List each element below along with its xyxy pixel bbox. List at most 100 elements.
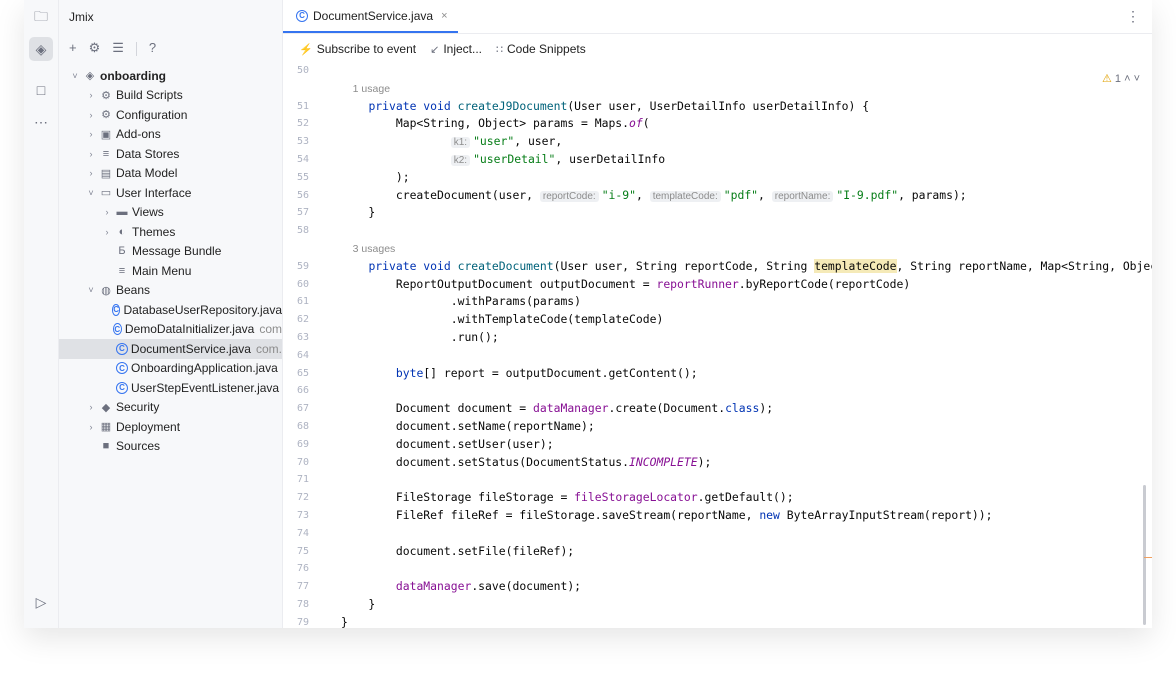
code-line[interactable]: 78 } bbox=[283, 596, 1152, 614]
tree-item-file[interactable]: C UserStepEventListener.java bbox=[59, 378, 282, 398]
run-icon[interactable]: ▷ bbox=[29, 590, 53, 614]
code-line[interactable]: 57 } bbox=[283, 204, 1152, 222]
line-number[interactable]: 74 bbox=[283, 525, 309, 543]
tree-item-security[interactable]: › ◆ Security bbox=[59, 398, 282, 418]
code-area[interactable]: 50 1 usage 51 private void createJ9Docume… bbox=[283, 62, 1152, 628]
tree-item-themes[interactable]: › ◐ Themes bbox=[59, 222, 282, 242]
line-number[interactable]: 78 bbox=[283, 596, 309, 614]
tree-item-config[interactable]: › ⚙ Configuration bbox=[59, 105, 282, 125]
line-number[interactable]: 54 bbox=[283, 151, 309, 169]
code-line[interactable]: 77 dataManager.save(document); bbox=[283, 578, 1152, 596]
usage-count[interactable]: 3 usages bbox=[341, 243, 396, 255]
line-number[interactable]: 69 bbox=[283, 436, 309, 454]
tree-item-file[interactable]: C OnboardingApplication.java bbox=[59, 359, 282, 379]
tree-item-ui[interactable]: ˅ ▭ User Interface bbox=[59, 183, 282, 203]
settings-icon[interactable]: ⚙ bbox=[89, 40, 101, 56]
code-line[interactable]: 54 k2: "userDetail", userDetailInfo bbox=[283, 151, 1152, 169]
line-number[interactable]: 73 bbox=[283, 507, 309, 525]
line-number[interactable]: 77 bbox=[283, 578, 309, 596]
line-number[interactable]: 52 bbox=[283, 115, 309, 133]
line-number[interactable]: 63 bbox=[283, 329, 309, 347]
code-line[interactable]: 55 ); bbox=[283, 169, 1152, 187]
line-number[interactable]: 50 bbox=[283, 62, 309, 80]
chevron-right-icon[interactable]: › bbox=[85, 422, 97, 432]
line-number[interactable]: 59 bbox=[283, 258, 309, 276]
chevron-down-icon[interactable]: ˅ bbox=[85, 188, 97, 198]
code-line[interactable]: 79} bbox=[283, 614, 1152, 628]
scrollbar-thumb[interactable] bbox=[1143, 485, 1146, 625]
code-line[interactable]: 76 bbox=[283, 560, 1152, 578]
code-line[interactable]: 72 FileStorage fileStorage = fileStorage… bbox=[283, 489, 1152, 507]
code-line[interactable]: 56 createDocument(user, reportCode: "i-9"… bbox=[283, 187, 1152, 205]
filter-icon[interactable]: ☰ bbox=[112, 40, 124, 56]
tree-item-datamodel[interactable]: › ▤ Data Model bbox=[59, 164, 282, 184]
chevron-right-icon[interactable]: › bbox=[85, 402, 97, 412]
line-number[interactable]: 65 bbox=[283, 365, 309, 383]
tree-item-file[interactable]: C DatabaseUserRepository.java bbox=[59, 300, 282, 320]
jmix-icon[interactable]: ◈ bbox=[29, 37, 53, 61]
chevron-right-icon[interactable]: › bbox=[101, 227, 113, 237]
code-line[interactable]: 59 private void createDocument(User user… bbox=[283, 258, 1152, 276]
close-icon[interactable]: × bbox=[441, 10, 447, 22]
code-line[interactable]: 71 bbox=[283, 471, 1152, 489]
line-number[interactable]: 72 bbox=[283, 489, 309, 507]
chevron-right-icon[interactable]: › bbox=[85, 168, 97, 178]
more-vertical-icon[interactable]: ⋮ bbox=[1126, 8, 1140, 25]
code-line[interactable]: 64 bbox=[283, 347, 1152, 365]
tree-item-file[interactable]: C DemoDataInitializer.java com bbox=[59, 320, 282, 340]
folder-icon[interactable]: 🗀 bbox=[29, 6, 53, 30]
tree-item-beans[interactable]: ˅ ◍ Beans bbox=[59, 281, 282, 301]
code-line[interactable]: 69 document.setUser(user); bbox=[283, 436, 1152, 454]
tree-item-datastores[interactable]: › ≡ Data Stores bbox=[59, 144, 282, 164]
more-icon[interactable]: ⋯ bbox=[29, 110, 53, 134]
line-number[interactable]: 79 bbox=[283, 614, 309, 628]
code-line[interactable]: 63 .run(); bbox=[283, 329, 1152, 347]
code-line[interactable]: 74 bbox=[283, 525, 1152, 543]
tab-document-service[interactable]: C DocumentService.java × bbox=[283, 0, 458, 33]
chevron-right-icon[interactable]: › bbox=[85, 110, 97, 120]
code-line[interactable]: 67 Document document = dataManager.creat… bbox=[283, 400, 1152, 418]
line-number[interactable]: 58 bbox=[283, 222, 309, 240]
code-line[interactable]: 60 ReportOutputDocument outputDocument =… bbox=[283, 276, 1152, 294]
line-number[interactable]: 64 bbox=[283, 347, 309, 365]
inject-button[interactable]: ↙ Inject... bbox=[430, 42, 482, 56]
code-line[interactable]: 73 FileRef fileRef = fileStorage.saveStr… bbox=[283, 507, 1152, 525]
chevron-down-icon[interactable]: ˅ bbox=[85, 285, 97, 295]
line-number[interactable]: 61 bbox=[283, 293, 309, 311]
line-number[interactable]: 60 bbox=[283, 276, 309, 294]
code-line[interactable]: 61 .withParams(params) bbox=[283, 293, 1152, 311]
line-number[interactable]: 62 bbox=[283, 311, 309, 329]
line-number[interactable]: 71 bbox=[283, 471, 309, 489]
tree-item-project[interactable]: ˅ ◈ onboarding bbox=[59, 66, 282, 86]
code-line[interactable]: 62 .withTemplateCode(templateCode) bbox=[283, 311, 1152, 329]
add-icon[interactable]: + bbox=[69, 40, 77, 56]
code-line[interactable]: 58 bbox=[283, 222, 1152, 240]
code-line[interactable]: 51 private void createJ9Document(User us… bbox=[283, 98, 1152, 116]
chevron-right-icon[interactable]: › bbox=[85, 90, 97, 100]
tree-item-bundle[interactable]: Б Message Bundle bbox=[59, 242, 282, 262]
code-line[interactable]: 52 Map<String, Object> params = Maps.of( bbox=[283, 115, 1152, 133]
tree-item-build[interactable]: › ⚙ Build Scripts bbox=[59, 86, 282, 106]
tree-item-file[interactable]: C DocumentService.java com. bbox=[59, 339, 282, 359]
usage-count[interactable]: 1 usage bbox=[341, 83, 390, 95]
code-line[interactable]: 70 document.setStatus(DocumentStatus.INC… bbox=[283, 454, 1152, 472]
chevron-right-icon[interactable]: › bbox=[85, 149, 97, 159]
code-snippets-button[interactable]: ∷ Code Snippets bbox=[496, 42, 586, 56]
usage-hint-line[interactable]: 3 usages bbox=[283, 240, 1152, 258]
chevron-right-icon[interactable]: › bbox=[85, 129, 97, 139]
line-number[interactable]: 75 bbox=[283, 543, 309, 561]
code-line[interactable]: 53 k1: "user", user, bbox=[283, 133, 1152, 151]
tree-item-views[interactable]: › ▬ Views bbox=[59, 203, 282, 223]
tree-item-menu[interactable]: ≡ Main Menu bbox=[59, 261, 282, 281]
code-line[interactable]: 75 document.setFile(fileRef); bbox=[283, 543, 1152, 561]
line-number[interactable]: 51 bbox=[283, 98, 309, 116]
line-number[interactable]: 70 bbox=[283, 454, 309, 472]
structure-icon[interactable]: □︎ bbox=[29, 78, 53, 102]
line-number[interactable]: 53 bbox=[283, 133, 309, 151]
code-line[interactable]: 65 byte[] report = outputDocument.getCon… bbox=[283, 365, 1152, 383]
subscribe-to-event-button[interactable]: ⚡ Subscribe to event bbox=[299, 42, 416, 56]
line-number[interactable]: 56 bbox=[283, 187, 309, 205]
chevron-right-icon[interactable]: › bbox=[101, 207, 113, 217]
tree-item-addons[interactable]: › ▣ Add-ons bbox=[59, 125, 282, 145]
tree-item-deployment[interactable]: › ▦ Deployment bbox=[59, 417, 282, 437]
